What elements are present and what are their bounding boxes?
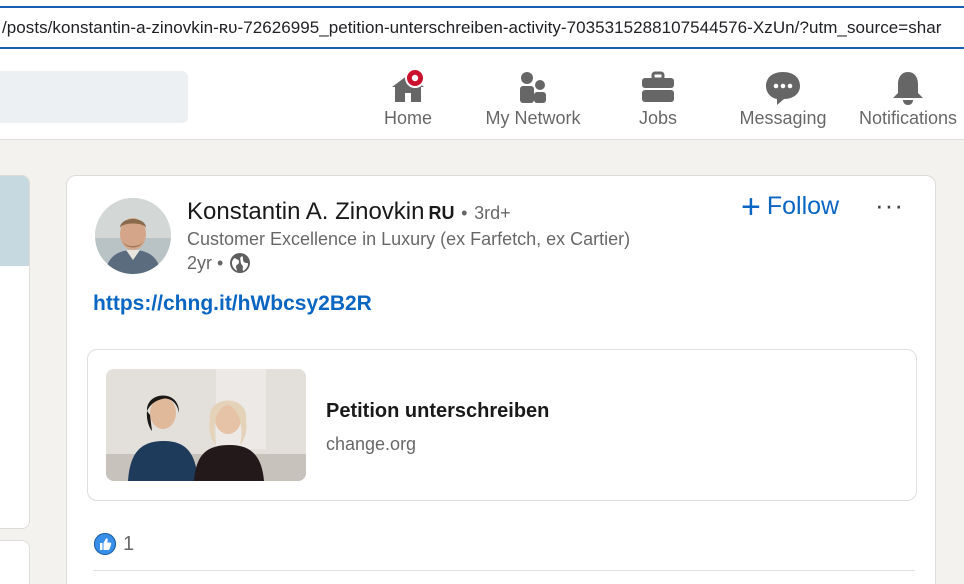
nav-item-my-network[interactable]: My Network xyxy=(473,66,593,136)
nav-item-home[interactable]: Home xyxy=(348,66,468,136)
follow-label: Follow xyxy=(766,192,840,220)
network-icon xyxy=(520,72,546,103)
nav-item-messaging[interactable]: Messaging xyxy=(723,66,843,136)
link-preview-card[interactable]: Petition unterschreiben change.org xyxy=(87,349,917,501)
like-reaction-icon xyxy=(94,533,116,555)
author-name[interactable]: Konstantin A. Zinovkin xyxy=(187,198,424,225)
author-avatar[interactable] xyxy=(95,198,171,274)
global-nav: Home My Network Jobs Messaging Notificat… xyxy=(0,56,964,140)
address-bar[interactable]: /posts/konstantin-a-zinovkin-ʀᴜ-72626995… xyxy=(0,6,964,49)
profile-cover xyxy=(0,176,29,266)
degree-separator: • xyxy=(461,203,468,223)
briefcase-icon xyxy=(642,71,674,102)
reactions-summary[interactable]: 1 xyxy=(93,532,134,556)
nav-label-my-network: My Network xyxy=(485,108,581,128)
nav-label-jobs: Jobs xyxy=(638,108,678,128)
nav-label-home: Home xyxy=(383,108,432,128)
post-age: 2yr • xyxy=(187,252,224,273)
nav-label-messaging: Messaging xyxy=(739,108,827,128)
reaction-count: 1 xyxy=(123,532,135,555)
profile-card xyxy=(0,175,30,529)
author-headline: Customer Excellence in Luxury (ex Farfet… xyxy=(187,229,631,249)
avatar-image xyxy=(95,198,171,274)
globe-icon xyxy=(230,253,251,273)
connection-degree: 3rd+ xyxy=(474,203,511,223)
post-link[interactable]: https://chng.it/hWbcsy2B2R xyxy=(93,292,372,316)
author-name-line[interactable]: Konstantin A. Zinovkin RU • 3rd+ xyxy=(187,198,511,226)
more-options-button[interactable]: ··· xyxy=(875,190,904,221)
nav-item-notifications[interactable]: Notifications xyxy=(848,66,964,136)
url-text[interactable]: /posts/konstantin-a-zinovkin-ʀᴜ-72626995… xyxy=(2,18,942,38)
social-divider xyxy=(93,570,915,571)
message-icon xyxy=(766,72,800,105)
nav-item-jobs[interactable]: Jobs xyxy=(598,66,718,136)
home-icon xyxy=(392,68,425,102)
preview-thumbnail[interactable] xyxy=(106,369,306,481)
follow-button[interactable]: + Follow xyxy=(741,187,840,226)
preview-source: change.org xyxy=(326,434,417,454)
sidebar-card xyxy=(0,540,30,584)
browser-toolbar: /posts/konstantin-a-zinovkin-ʀᴜ-72626995… xyxy=(0,0,964,56)
feed-post: Konstantin A. Zinovkin RU • 3rd+ Customer… xyxy=(66,175,936,584)
preview-image xyxy=(106,369,306,481)
nav-label-notifications: Notifications xyxy=(858,108,958,128)
plus-icon: + xyxy=(741,187,761,226)
author-flag: RU xyxy=(428,203,455,223)
post-meta: 2yr • xyxy=(187,252,251,274)
preview-title[interactable]: Petition unterschreiben xyxy=(326,400,549,423)
search-input[interactable] xyxy=(0,71,188,123)
bell-icon xyxy=(893,72,923,105)
